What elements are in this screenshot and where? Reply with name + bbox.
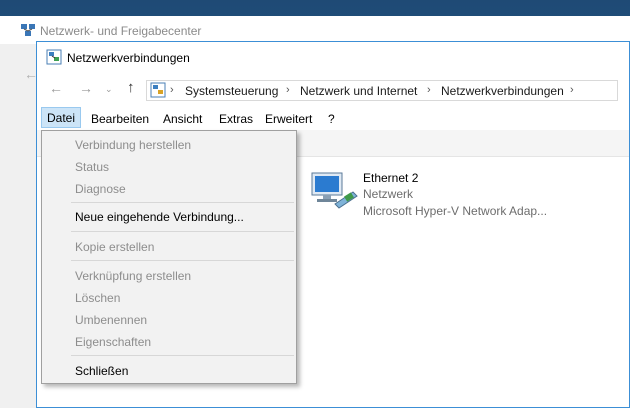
menu-bearbeiten[interactable]: Bearbeiten (87, 110, 153, 128)
ethernet-adapter-icon[interactable] (309, 170, 359, 214)
menu-separator (71, 355, 294, 356)
connection-adapter: Microsoft Hyper-V Network Adap... (363, 204, 548, 218)
network-center-icon (21, 24, 35, 36)
menuitem-loeschen: Löschen (75, 291, 121, 305)
menuitem-diagnose: Diagnose (75, 182, 126, 196)
window-title: Netzwerkverbindungen (67, 51, 190, 65)
menuitem-kopie-erstellen: Kopie erstellen (75, 240, 155, 254)
breadcrumb-separator-icon: › (286, 84, 290, 96)
menuitem-eigenschaften: Eigenschaften (75, 335, 152, 349)
breadcrumb-netzwerk-und-internet[interactable]: Netzwerk und Internet (300, 84, 417, 98)
menu-datei[interactable]: Datei (41, 107, 82, 128)
menu-extras[interactable]: Extras (215, 110, 257, 128)
control-panel-icon (150, 82, 166, 98)
breadcrumb-chevron-icon[interactable]: › (570, 84, 574, 96)
menuitem-neue-eingehende-verbindung[interactable]: Neue eingehende Verbindung... (75, 210, 244, 224)
menu-help[interactable]: ? (324, 110, 339, 128)
recent-locations-chevron-icon[interactable]: ⌄ (105, 84, 113, 95)
menuitem-umbenennen: Umbenennen (75, 313, 148, 327)
up-arrow-icon[interactable]: ↑ (127, 79, 135, 96)
back-arrow-icon[interactable]: ← (49, 80, 63, 96)
menu-separator (71, 260, 294, 261)
menu-separator (71, 202, 294, 203)
menu-erweitert[interactable]: Erweitert (261, 110, 316, 128)
breadcrumb-systemsteuerung[interactable]: Systemsteuerung (185, 84, 278, 98)
connection-status: Netzwerk (363, 187, 414, 201)
datei-dropdown-menu: Verbindung herstellen Status Diagnose Ne… (41, 130, 297, 384)
titlebar: Netzwerkverbindungen (37, 42, 629, 72)
connection-name[interactable]: Ethernet 2 (363, 171, 418, 185)
breadcrumb-netzwerkverbindungen[interactable]: Netzwerkverbindungen (441, 84, 564, 98)
background-titlebar: Netzwerk- und Freigabecenter (0, 16, 630, 44)
menuitem-verknuepfung-erstellen: Verknüpfung erstellen (75, 269, 192, 283)
background-window-title: Netzwerk- und Freigabecenter (40, 24, 202, 38)
menu-separator (71, 231, 294, 232)
menu-ansicht[interactable]: Ansicht (159, 110, 206, 128)
menuitem-verbindung-herstellen: Verbindung herstellen (75, 138, 192, 152)
breadcrumb-separator-icon: › (427, 84, 431, 96)
menuitem-status: Status (75, 160, 110, 174)
network-connections-icon (46, 49, 62, 65)
forward-arrow-icon[interactable]: → (79, 80, 93, 96)
background-sidebar (0, 44, 36, 408)
breadcrumb-separator-icon: › (170, 84, 174, 96)
menuitem-schliessen[interactable]: Schließen (75, 364, 128, 378)
